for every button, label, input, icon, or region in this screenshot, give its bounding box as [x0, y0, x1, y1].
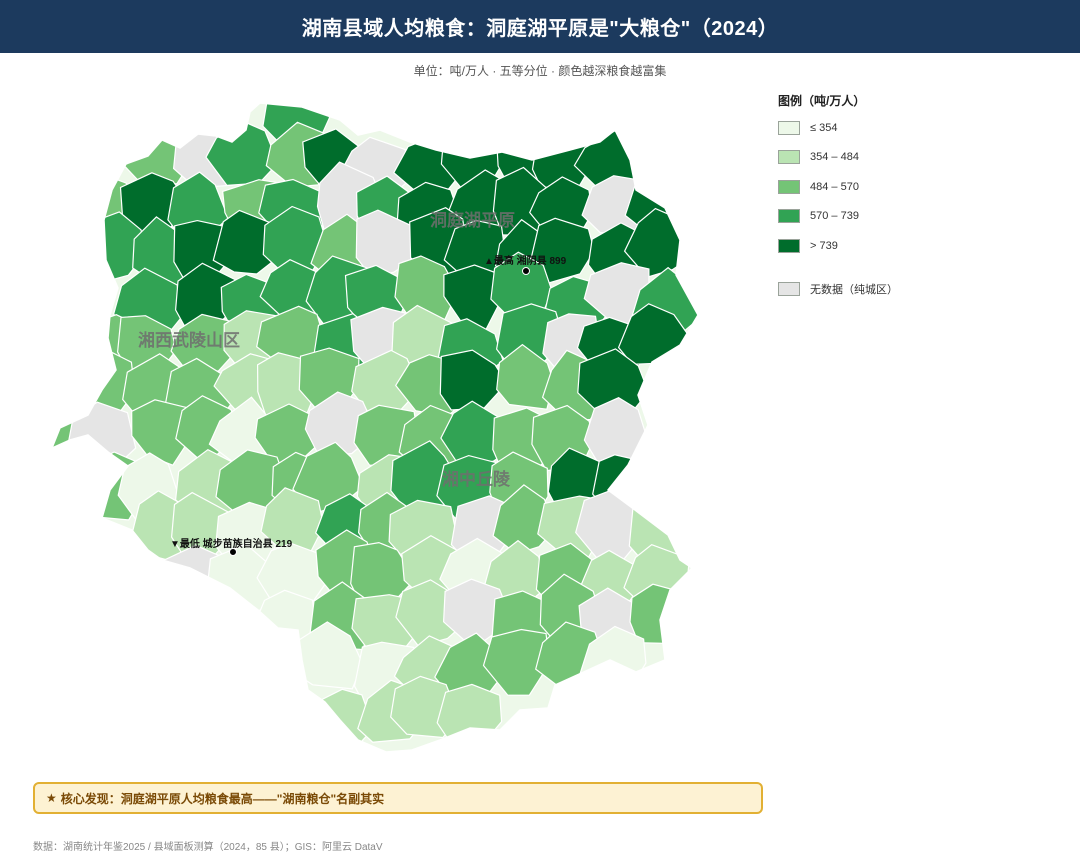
- page-title: 湖南县域人均粮食：洞庭湖平原是"大粮仓"（2024）: [301, 18, 779, 40]
- county-map-svg: [50, 102, 699, 753]
- region-label-dongting: 洞庭湖平原: [430, 211, 515, 230]
- legend-item: 484 – 570: [778, 172, 1068, 202]
- region-label-xiangzhong: 湘中丘陵: [442, 470, 510, 489]
- legend-swatch: [778, 120, 800, 135]
- page-title-bar: 湖南县域人均粮食：洞庭湖平原是"大粮仓"（2024）: [0, 0, 1080, 53]
- legend-swatch: [778, 209, 800, 224]
- county-polygon: [67, 401, 137, 466]
- legend-item: 354 – 484: [778, 143, 1068, 173]
- county-polygon: [436, 683, 503, 752]
- legend-label: > 739: [810, 239, 838, 252]
- min-county-label: ▼最低 城步苗族自治县 219: [170, 539, 293, 550]
- county-polygons: [52, 103, 698, 752]
- legend-item: ≤ 354: [778, 113, 1068, 143]
- legend-swatch: [778, 179, 800, 194]
- legend-swatch: [778, 238, 800, 253]
- legend-label: 570 – 739: [810, 210, 859, 223]
- legend-item: 570 – 739: [778, 202, 1068, 232]
- key-finding-text: 核心发现：洞庭湖平原人均粮食最高——"湖南粮仓"名副其实: [60, 791, 385, 806]
- star-icon: ★: [46, 791, 57, 805]
- legend-swatch: [778, 282, 800, 297]
- legend-label: ≤ 354: [810, 121, 838, 134]
- legend-label: 无数据（纯城区）: [810, 284, 898, 297]
- choropleth-map: 洞庭湖平原 湘西武陵山区 湘中丘陵 ▲最高 湘阴县 899 ▼最低 城步苗族自治…: [40, 90, 720, 760]
- legend-item-nodata: 无数据（纯城区）: [778, 275, 1068, 305]
- legend-label: 484 – 570: [810, 180, 859, 193]
- map-legend: 图例（吨/万人） ≤ 354 354 – 484 484 – 570 570 –…: [778, 92, 1068, 304]
- map-subtitle: 单位：吨/万人 · 五等分位 · 颜色越深粮食越富集: [413, 64, 667, 78]
- legend-swatch: [778, 150, 800, 165]
- legend-label: 354 – 484: [810, 151, 859, 164]
- legend-item: > 739: [778, 231, 1068, 261]
- legend-title: 图例（吨/万人）: [778, 94, 866, 108]
- region-label-xiangxi: 湘西武陵山区: [138, 331, 240, 350]
- county-polygon: [629, 583, 693, 645]
- max-county-label: ▲最高 湘阴县 899: [484, 256, 567, 267]
- data-source-note: 数据：湖南统计年鉴2025 / 县域面板测算（2024，85 县）；GIS：阿里…: [33, 842, 383, 853]
- key-finding-box: ★ 核心发现：洞庭湖平原人均粮食最高——"湖南粮仓"名副其实: [33, 782, 763, 814]
- max-county-dot: [522, 267, 530, 275]
